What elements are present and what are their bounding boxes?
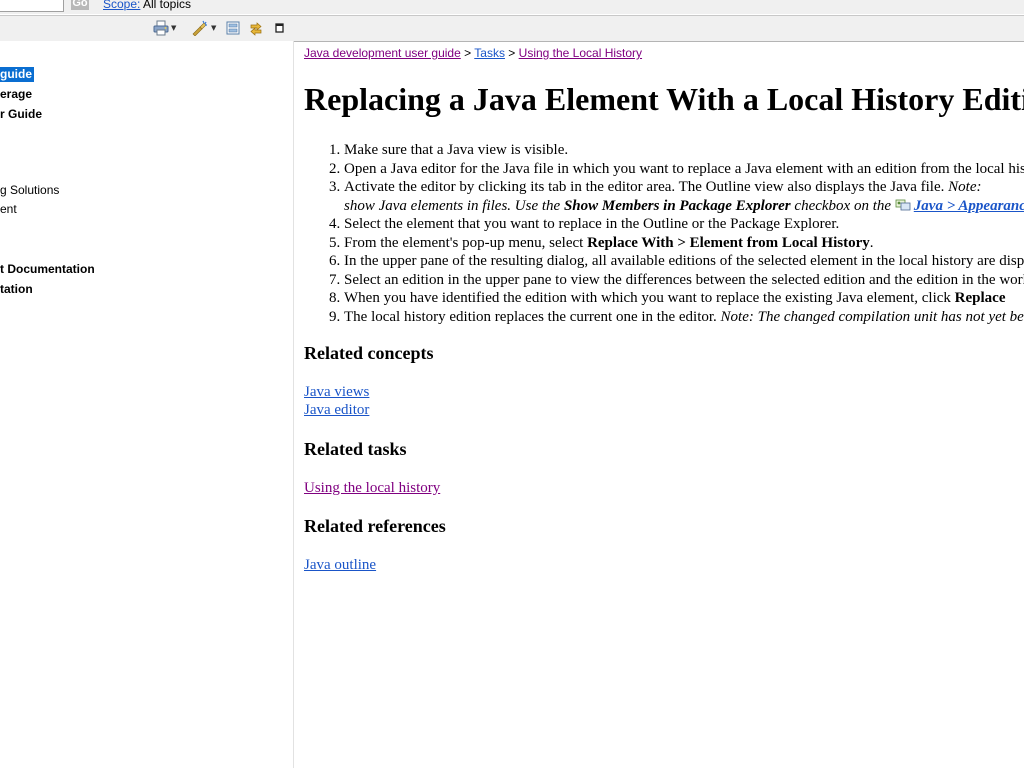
- step-text: Select the element that you want to repl…: [344, 216, 840, 232]
- link-with-contents-button[interactable]: [248, 20, 264, 36]
- related-references-heading: Related references: [304, 516, 446, 536]
- contents-tree: guide erage r Guide g Solutions ent t Do…: [0, 41, 294, 768]
- page-title: Replacing a Java Element With a Local Hi…: [304, 81, 1024, 117]
- maximize-icon: [275, 23, 284, 33]
- go-button[interactable]: Go: [71, 0, 89, 10]
- related-concept-link[interactable]: Java views: [304, 384, 369, 401]
- highlight-icon: [192, 20, 207, 36]
- note-label: Note:: [948, 179, 982, 195]
- step-text: .: [869, 234, 874, 251]
- breadcrumb: Java development user guide > Tasks > Us…: [304, 46, 642, 60]
- collapse-all-icon: [226, 21, 240, 35]
- step-text: From the element's pop-up menu, select: [344, 234, 588, 251]
- tree-item-user-guide[interactable]: r Guide: [0, 107, 42, 122]
- step-6: In the upper pane of the resulting dialo…: [344, 252, 1024, 271]
- step-9: The local history edition replaces the c…: [344, 308, 1024, 327]
- step-4: Select the element that you want to repl…: [344, 215, 1024, 234]
- link-with-contents-icon: [250, 22, 262, 36]
- step-3-line-2: show Java elements in files. Use the Sho…: [344, 197, 1024, 216]
- related-reference-link[interactable]: Java outline: [304, 557, 376, 574]
- step-text: Activate the editor by clicking its tab …: [344, 179, 949, 195]
- step-1: Make sure that a Java view is visible.: [344, 141, 1024, 160]
- step-text: In the upper pane of the resulting dialo…: [344, 253, 1024, 269]
- tree-item-solutions[interactable]: g Solutions: [0, 183, 59, 198]
- step-text: show Java elements in files. Use the: [344, 197, 564, 214]
- breadcrumb-link-local-history[interactable]: Using the Local History: [519, 46, 642, 60]
- chevron-down-icon: ▼: [171, 24, 177, 32]
- breadcrumb-separator: >: [464, 46, 472, 60]
- step-text: The local history edition replaces the c…: [344, 308, 721, 325]
- step-3-line-1: Activate the editor by clicking its tab …: [344, 178, 1024, 197]
- search-input[interactable]: [0, 0, 64, 12]
- related-task-link[interactable]: Using the local history: [304, 480, 440, 497]
- maximize-button[interactable]: [274, 20, 286, 36]
- scope-value: All topics: [143, 0, 192, 11]
- step-2: Open a Java editor for the Java file in …: [344, 160, 1024, 179]
- step-text: When you have identified the edition wit…: [344, 290, 955, 306]
- tree-item-coverage[interactable]: erage: [0, 87, 32, 102]
- help-content: Java development user guide > Tasks > Us…: [304, 41, 1024, 768]
- java-appearance-link[interactable]: Java > Appearance: [914, 198, 1024, 214]
- step-text: Select an edition in the upper pane to v…: [344, 271, 1024, 288]
- tree-item-tation[interactable]: tation: [0, 282, 33, 297]
- collapse-all-button[interactable]: [226, 20, 240, 36]
- breadcrumb-link-tasks[interactable]: Tasks: [474, 46, 505, 60]
- scope-link[interactable]: Scope:: [103, 0, 140, 11]
- step-3: Activate the editor by clicking its tab …: [344, 178, 1024, 215]
- related-tasks-heading: Related tasks: [304, 439, 407, 459]
- step-text: Make sure that a Java view is visible.: [344, 142, 569, 158]
- toolbar: ▼ ▼: [0, 15, 1024, 42]
- step-bold: Replace With > Element from Local Histor…: [587, 234, 870, 251]
- step-text: Open a Java editor for the Java file in …: [344, 160, 1024, 177]
- tree-item-documentation[interactable]: t Documentation: [0, 262, 95, 277]
- breadcrumb-link-user-guide[interactable]: Java development user guide: [304, 46, 461, 60]
- preferences-icon: [895, 199, 911, 210]
- steps-list: Make sure that a Java view is visible. O…: [304, 141, 1024, 326]
- tree-item-ent[interactable]: ent: [0, 202, 17, 217]
- step-text: checkbox on the: [790, 197, 895, 214]
- chevron-down-icon: ▼: [211, 24, 217, 32]
- search-bar: Go Scope: All topics: [0, 0, 1024, 14]
- note-text: Note: The changed compilation unit has n…: [720, 308, 1024, 325]
- print-icon: [153, 20, 169, 36]
- step-bold: Replace: [954, 290, 1006, 306]
- highlight-search-button[interactable]: ▼: [191, 20, 216, 36]
- tree-item-java-development-guide[interactable]: guide: [0, 67, 34, 82]
- print-button[interactable]: ▼: [153, 20, 176, 36]
- step-bold: Show Members in Package Explorer: [563, 197, 791, 214]
- step-8: When you have identified the edition wit…: [344, 289, 1024, 308]
- breadcrumb-separator: >: [508, 46, 516, 60]
- related-concept-link[interactable]: Java editor: [304, 402, 369, 419]
- step-5: From the element's pop-up menu, select R…: [344, 234, 1024, 253]
- related-concepts-heading: Related concepts: [304, 343, 434, 363]
- step-7: Select an edition in the upper pane to v…: [344, 271, 1024, 290]
